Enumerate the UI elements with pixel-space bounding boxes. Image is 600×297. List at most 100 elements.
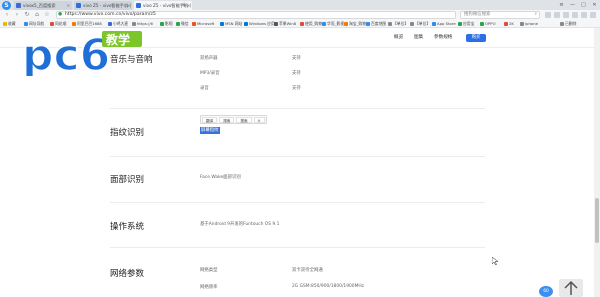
bookmark-item[interactable]: MSN 网站 (220, 21, 242, 27)
bookmark-item[interactable]: 苹果Win8 (274, 21, 296, 27)
bookmark-item[interactable]: 百度地图 (366, 21, 386, 27)
bookmark-item[interactable]: Microsoft (192, 21, 214, 27)
bookmark-icon (344, 22, 348, 26)
nav-gallery-link[interactable]: 图集 (414, 35, 423, 41)
bookmark-item[interactable]: 同花顺 (50, 21, 66, 27)
section-title-fingerprint: 指纹识别 (110, 128, 145, 138)
popup-search-button[interactable]: 搜索 (219, 117, 235, 123)
floating-badge[interactable]: 60 (539, 286, 553, 297)
bookmark-icon (274, 22, 278, 26)
address-toolbar: ‹ › ↻ ⌂ ☆ ● https://www.vivo.com.cn/vivo… (0, 10, 600, 20)
bookmark-item[interactable]: 收藏 (3, 21, 16, 27)
bookmark-label: iphone (525, 21, 538, 26)
bookmark-label: 百度地图 (371, 21, 387, 26)
bookmark-label: 微信 (181, 21, 189, 26)
bookmark-icon (176, 22, 180, 26)
extension-icon[interactable] (545, 12, 551, 18)
search-input[interactable]: 搜狗微信搜索 ⌕ (460, 11, 540, 19)
window-controls: ≡ — □ ✕ (556, 0, 600, 10)
menu-icon[interactable]: ≡ (556, 0, 567, 10)
spec-label: 网络类型 (200, 268, 218, 273)
bookmark-label: 应用宝 (463, 21, 475, 26)
baidu-favicon-icon (16, 3, 21, 8)
tab-close-icon[interactable]: ✕ (127, 1, 130, 10)
bookmark-item[interactable]: 小鸡大麦 (108, 21, 128, 27)
bookmark-icon (50, 22, 54, 26)
bookmark-item[interactable]: App Store (432, 21, 456, 27)
bookmark-icon (108, 22, 112, 26)
page-scrollbar[interactable] (594, 28, 600, 297)
spec-value: 基于Android 9开发的Funtouch OS 9.1 (200, 222, 280, 227)
forward-icon[interactable]: › (13, 11, 21, 19)
spec-value: 支持 (292, 56, 301, 61)
new-tab-button[interactable]: + (180, 1, 188, 9)
bookmark-icon (24, 22, 28, 26)
history-icon[interactable] (563, 12, 569, 18)
bookmark-item[interactable]: 使用_购物 (300, 21, 322, 27)
secure-lock-icon: ● (58, 12, 63, 17)
home-icon[interactable]: ⌂ (33, 11, 41, 19)
bookmark-item[interactable]: 华而_影视 (322, 21, 344, 27)
bookmark-icon (410, 22, 414, 26)
minimize-icon[interactable]: — (567, 0, 578, 10)
popup-more-icon[interactable]: ⊙ (253, 117, 265, 123)
bookmark-icon (300, 22, 304, 26)
bookmark-item[interactable]: 微信 (176, 21, 189, 27)
bookmark-item[interactable]: 【单位】 (388, 21, 408, 27)
close-window-icon[interactable]: ✕ (589, 0, 600, 10)
bookmark-item[interactable]: 淘宝_购物 (344, 21, 366, 27)
bookmark-icon (192, 22, 196, 26)
browser-logo-icon[interactable]: S (2, 1, 11, 10)
bookmark-item[interactable]: 应用宝 (458, 21, 474, 27)
spec-label: 网络频率 (200, 285, 218, 290)
browser-tab-bar: S vivox5_百度搜索 ✕ vivo Z5 - vivo智能手机 ( ✕ v… (0, 0, 600, 10)
bookmark-item[interactable]: https://ti (132, 21, 153, 27)
bookmark-icon (560, 22, 564, 26)
nav-overview-link[interactable]: 概览 (394, 35, 403, 41)
bookmark-label: 【单位】 (393, 21, 409, 26)
logo-badge-text: 教学 (105, 32, 130, 47)
section-divider (110, 108, 485, 109)
bookmark-item[interactable]: iphone (520, 21, 538, 27)
tab-close-icon[interactable]: ✕ (67, 1, 70, 10)
bookmark-item[interactable]: 2K (504, 21, 514, 27)
bookmark-item[interactable]: 网址导航 (24, 21, 44, 27)
spec-value: 支持 (292, 71, 301, 76)
favorites-star-icon[interactable]: ☆ (43, 11, 51, 19)
bookmark-label: 淘宝_购物 (349, 21, 367, 26)
bookmarks-bar: 收藏 网址导航 同花顺 阿里巴巴1688 小鸡大麦 https://ti 影视 … (0, 20, 600, 28)
section-title-face: 面部识别 (110, 175, 145, 185)
more-icon[interactable] (590, 12, 596, 18)
bookmark-item[interactable]: 影视 (160, 21, 173, 27)
bookmark-label: 使用_购物 (305, 21, 323, 26)
popup-search-button[interactable]: 搜索 (236, 117, 252, 123)
bookmark-icon (220, 22, 224, 26)
bookmark-label: OPPO (485, 21, 496, 26)
bookmark-label: Microsoft (197, 21, 215, 26)
refresh-icon[interactable]: ↻ (23, 11, 31, 19)
spec-label: MP3/录音 (200, 71, 220, 76)
nav-specs-link[interactable]: 参数规格 (434, 35, 452, 41)
download-icon[interactable] (554, 12, 560, 18)
user-icon[interactable] (581, 12, 587, 18)
back-icon[interactable]: ‹ (3, 11, 11, 19)
bookmark-label: App Store (437, 21, 456, 26)
bookmark-item[interactable]: OPPO (480, 21, 496, 27)
bookmark-item[interactable]: 已删除 (560, 21, 576, 27)
bookmark-icon (480, 22, 484, 26)
scrollbar-thumb[interactable] (595, 198, 599, 243)
tab-0[interactable]: vivox5_百度搜索 ✕ (14, 1, 72, 10)
url-input[interactable]: ● https://www.vivo.com.cn/vivo/param/z5 (56, 11, 456, 19)
back-to-top-button[interactable] (559, 279, 583, 297)
bookmark-item[interactable]: Windows 应用 (244, 21, 275, 27)
bookmark-icon (3, 22, 7, 26)
popup-translate-button[interactable]: 翻译 (202, 117, 218, 123)
tab-1[interactable]: vivo Z5 - vivo智能手机 ( ✕ (74, 1, 132, 10)
bookmark-item[interactable]: 【单位】 (410, 21, 430, 27)
search-icon[interactable]: ⌕ (535, 12, 537, 18)
maximize-icon[interactable]: □ (578, 0, 589, 10)
settings-icon[interactable] (572, 12, 578, 18)
selected-spec-value[interactable]: 屏幕指纹 (200, 127, 220, 134)
buy-button[interactable]: 购买 (466, 34, 486, 42)
bookmark-item[interactable]: 阿里巴巴1688 (72, 21, 102, 27)
